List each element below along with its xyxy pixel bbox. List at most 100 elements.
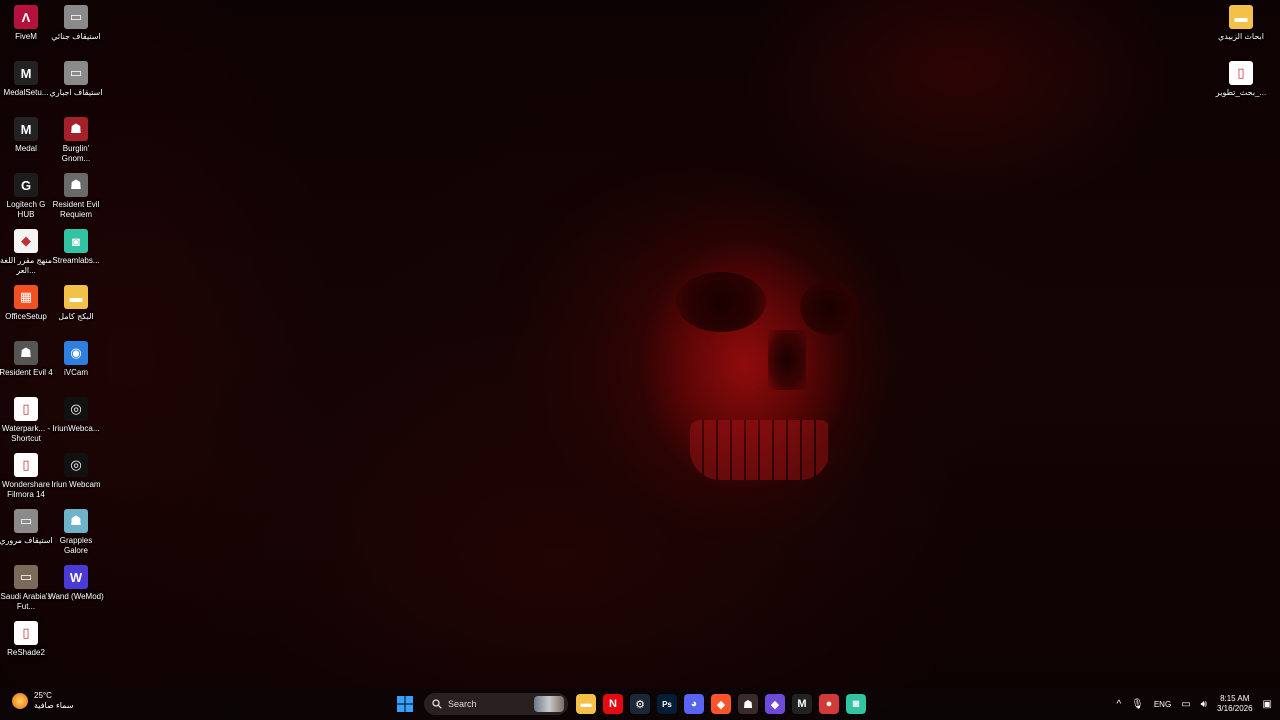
brave-icon[interactable]: ◆: [711, 694, 731, 714]
taskbar-pinned-apps: ▬ N ⚙ Ps ◕ ◆ ☗ ◆ M ● ◙: [576, 694, 866, 714]
desktop-icon-label: Logitech G HUB: [6, 200, 46, 219]
desktop-icon[interactable]: W Wand (WeMod): [48, 565, 104, 602]
windows-start-button[interactable]: [394, 693, 416, 715]
weather-sun-icon: [12, 693, 28, 709]
weather-widget[interactable]: 25°C سماء صافية: [12, 691, 74, 711]
desktop-icon[interactable]: Λ FiveM: [0, 5, 52, 42]
desktop-icon-label: Medal: [15, 144, 37, 153]
desktop-icon-label: IriunWebca...: [52, 424, 100, 433]
taskbar: 25°C سماء صافية Search ▬ N ⚙ Ps ◕ ◆ ☗ ◆ M ● ◙ ^ 🎙︎…: [0, 688, 1280, 720]
desktop-icon[interactable]: ▭ استيقاف اجباري: [50, 61, 102, 98]
app-red-icon[interactable]: ●: [819, 694, 839, 714]
desktop-icon[interactable]: ▯ بحث_تطوير_...: [1215, 61, 1267, 98]
taskbar-clock[interactable]: 8:15 AM 3/16/2026: [1217, 694, 1253, 714]
desktop-icon[interactable]: ▭ استيقاف جنائي: [50, 5, 102, 42]
desktop-icon-label: OfficeSetup: [5, 312, 47, 321]
desktop-icon[interactable]: M Medal: [0, 117, 52, 154]
desktop-icon[interactable]: ▦ OfficeSetup: [0, 285, 52, 322]
resident-evil-4-icon: ☗: [14, 341, 38, 365]
streamlabs-icon[interactable]: ◙: [846, 694, 866, 714]
desktop-icon[interactable]: ◙ Streamlabs...: [50, 229, 102, 266]
wallpaper-skull-eye-right: [800, 280, 860, 335]
desktop-icon[interactable]: ▭ Saudi Arabia's Fut...: [0, 565, 52, 612]
image-thumbnail-icon: ▭: [14, 565, 38, 589]
image-thumbnail-icon: ▭: [14, 509, 38, 533]
image-thumbnail-icon: ▭: [64, 5, 88, 29]
discord-icon[interactable]: ◕: [684, 694, 704, 714]
iriun-webcam-icon: ◎: [64, 453, 88, 477]
fivem-icon: Λ: [14, 5, 38, 29]
search-highlight-art: [534, 696, 564, 712]
notification-bell-icon[interactable]: ▣: [1263, 699, 1272, 710]
image-thumbnail-icon: ▭: [64, 61, 88, 85]
show-hidden-icons-chevron-icon[interactable]: ^: [1116, 699, 1121, 710]
clock-date: 3/16/2026: [1216, 704, 1253, 713]
desktop-icon-label: Resident Evil Requiem: [52, 200, 100, 219]
desktop-icon-label: البكج كامل: [58, 312, 94, 321]
netflix-icon[interactable]: N: [603, 694, 623, 714]
search-icon: [432, 699, 442, 709]
desktop-icon[interactable]: ☗ Burglin' Gnom...: [50, 117, 102, 164]
iriun-webcam-icon: ◎: [64, 397, 88, 421]
clock-time: 8:15 AM: [1220, 694, 1250, 703]
app-diamond-icon[interactable]: ◆: [765, 694, 785, 714]
windows-logo-icon: [397, 696, 413, 712]
desktop-icon[interactable]: G Logitech G HUB: [0, 173, 52, 220]
desktop-icon[interactable]: ◉ iVCam: [50, 341, 102, 378]
desktop-icon[interactable]: ▬ ابحاث الزبيدي: [1215, 5, 1267, 42]
desktop-icon[interactable]: ▯ ReShade2: [0, 621, 52, 658]
weather-condition: سماء صافية: [34, 701, 74, 710]
office-setup-icon: ▦: [14, 285, 38, 309]
volume-icon[interactable]: 🔊︎: [1201, 699, 1207, 710]
desktop-icon[interactable]: ◆ منهج مقرر اللغة العر...: [0, 229, 52, 276]
desktop-icon-label: Wondershare Filmora 14: [2, 480, 50, 499]
desktop-icon-label: ReShade2: [7, 648, 45, 657]
desktop-wallpaper: [0, 0, 1280, 720]
desktop-icon[interactable]: ☗ Grapples Galore: [50, 509, 102, 556]
steam-icon[interactable]: ⚙: [630, 694, 650, 714]
desktop-icon-label: Saudi Arabia's Fut...: [0, 592, 52, 611]
desktop-icon[interactable]: ☗ Resident Evil Requiem: [50, 173, 102, 220]
desktop-icon[interactable]: ◎ Iriun Webcam: [50, 453, 102, 490]
search-placeholder: Search: [448, 699, 477, 709]
resident-evil-requiem-icon: ☗: [64, 173, 88, 197]
wallpaper-skull-nose: [768, 330, 806, 390]
desktop-icon-label: Streamlabs...: [52, 256, 100, 265]
microphone-icon[interactable]: 🎙︎: [1131, 699, 1144, 710]
desktop-icon[interactable]: M MedalSetu...: [0, 61, 52, 98]
desktop-icon[interactable]: ▯ Wondershare Filmora 14: [0, 453, 52, 500]
folder-icon: ▬: [64, 285, 88, 309]
desktop-icon-label: استيقاف جنائي: [51, 32, 101, 41]
taskbar-center: Search ▬ N ⚙ Ps ◕ ◆ ☗ ◆ M ● ◙: [394, 692, 866, 716]
wallpaper-skull-eye-left: [676, 272, 766, 332]
desktop-icon-label: Iriun Webcam: [51, 480, 101, 489]
logitech-ghub-icon: G: [14, 173, 38, 197]
document-icon: ▯: [1229, 61, 1253, 85]
desktop-icon-label: بحث_تطوير_...: [1215, 88, 1267, 97]
ivcam-icon: ◉: [64, 341, 88, 365]
language-indicator[interactable]: ENG: [1154, 700, 1171, 709]
desktop-icon-label: استيقاف مروري: [0, 536, 53, 545]
desktop-icon-label: Waterpark... - Shortcut: [1, 424, 51, 443]
desktop-icon[interactable]: ☗ Resident Evil 4: [0, 341, 53, 378]
network-icon[interactable]: ▭: [1181, 699, 1190, 710]
desktop-icon-label: FiveM: [15, 32, 37, 41]
desktop-icon[interactable]: ▬ البكج كامل: [50, 285, 102, 322]
taskbar-search-box[interactable]: Search: [424, 693, 568, 715]
desktop-icon-label: iVCam: [63, 368, 88, 377]
desktop-icon-label: ابحاث الزبيدي: [1218, 32, 1264, 41]
file-explorer-icon[interactable]: ▬: [576, 694, 596, 714]
desktop-icon[interactable]: ▯ Waterpark... - Shortcut: [0, 397, 52, 444]
desktop-icon-label: Resident Evil 4: [0, 368, 53, 377]
desktop-icon-label: منهج مقرر اللغة العر...: [0, 256, 53, 275]
game-app-icon[interactable]: ☗: [738, 694, 758, 714]
desktop-icon[interactable]: ◎ IriunWebca...: [50, 397, 102, 434]
desktop-icon-label: استيقاف اجباري: [49, 88, 103, 97]
desktop-icon-label: MedalSetu...: [3, 88, 49, 97]
system-tray: ^ 🎙︎ ENG ▭ 🔊︎ 8:15 AM 3/16/2026 ▣: [1116, 692, 1272, 716]
medal-icon[interactable]: M: [792, 694, 812, 714]
document-shortcut-icon: ▯: [14, 397, 38, 421]
wand-wemod-icon: W: [64, 565, 88, 589]
photoshop-icon[interactable]: Ps: [657, 694, 677, 714]
desktop-icon[interactable]: ▭ استيقاف مروري: [0, 509, 53, 546]
